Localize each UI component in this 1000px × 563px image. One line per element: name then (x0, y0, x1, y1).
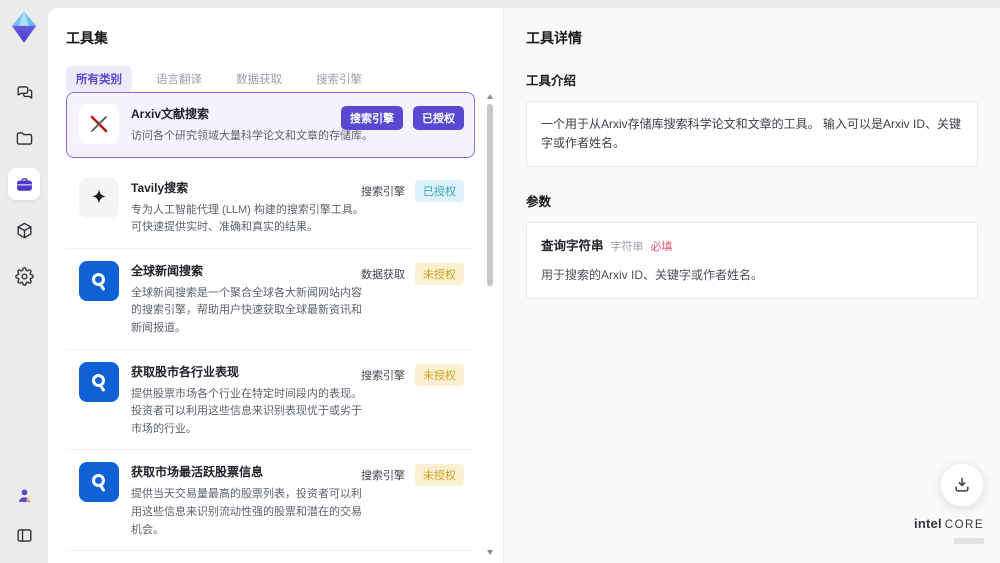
intel-core-logo: intel core (914, 515, 984, 549)
page-title: 工具集 (66, 30, 108, 46)
icon-sidebar (0, 0, 48, 563)
cube-icon (16, 222, 32, 238)
app-window: 工具集 所有类别 语言翻译 数据获取 搜索引擎 Arxiv文献搜索 访问各个研究领域大量… (0, 0, 1000, 563)
tool-status-badge: 未授权 (415, 262, 464, 285)
tool-category-label: 搜索引擎 (341, 106, 403, 130)
tool-card[interactable]: 万维地区新闻查询查询具体行政区划内的新闻，快速了解各地新闻动向搜索引擎未授权 (66, 551, 475, 563)
tool-detail-pane: 工具详情 工具介绍 一个用于从Arxiv存储库搜索科学论文和文章的工具。 输入可… (504, 8, 1000, 563)
tool-status-badge: 未授权 (415, 464, 464, 487)
folder-icon (16, 131, 32, 145)
sidebar-item-chat[interactable] (8, 76, 40, 108)
tool-card[interactable]: Arxiv文献搜索 访问各个研究领域大量科学论文和文章的存储库。 搜索引擎 已授权 (66, 92, 475, 158)
tab-category-3[interactable]: 搜索引擎 (306, 66, 372, 92)
tool-category-label: 搜索引擎 (361, 185, 405, 198)
sidebar-item-tools[interactable] (8, 168, 40, 200)
tool-description: 提供股票市场各个行业在特定时间段内的表现。投资者可以利用这些信息来识别表现优于或… (131, 387, 362, 435)
tool-intro-box: 一个用于从Arxiv存储库搜索科学论文和文章的工具。 输入可以是Arxiv ID… (526, 101, 978, 168)
news-search-icon (79, 260, 119, 301)
user-avatar-icon (18, 488, 30, 502)
parameter-box: 查询字符串 字符串 必填 用于搜索的Arxiv ID、关键字或作者姓名。 (526, 222, 978, 300)
news-search-icon (79, 462, 119, 503)
tool-description: 提供当天交易量最高的股票列表，投资者可以利用这些信息来识别流动性强的股票和潜在的… (131, 488, 362, 536)
scrollbar-down-arrow[interactable] (487, 550, 493, 555)
parameter-type: 字符串 (610, 241, 644, 254)
toolbox-icon (16, 177, 32, 191)
tool-card[interactable]: Tavily搜索 专为人工智能代理 (LLM) 构建的搜索引擎工具。可快速提供实时… (66, 165, 475, 249)
sidebar-item-files[interactable] (8, 122, 40, 154)
tool-card[interactable]: 获取市场最活跃股票信息 提供当天交易量最高的股票列表，投资者可以利用这些信息来识别… (66, 450, 475, 552)
gear-icon (14, 266, 34, 286)
tool-status-badge: 未授权 (415, 363, 464, 386)
download-icon (955, 477, 969, 492)
main-surface: 工具集 所有类别 语言翻译 数据获取 搜索引擎 Arxiv文献搜索 访问各个研究领域大量… (48, 8, 1000, 563)
parameter-name: 查询字符串 (541, 239, 604, 254)
sidebar-item-settings[interactable] (8, 260, 40, 292)
sidebar-item-models[interactable] (8, 214, 40, 246)
brand-underline (954, 538, 984, 545)
sidebar-item-collapse-panel[interactable] (10, 521, 38, 549)
tool-description: 全球新闻搜索是一个聚合全球各大新闻网站内容的搜索引擎，帮助用户快速获取全球最新资… (131, 286, 362, 334)
sidebar-item-account[interactable] (10, 481, 38, 509)
news-search-icon (79, 361, 119, 402)
intro-heading: 工具介绍 (526, 74, 577, 88)
intel-wordmark: intel (914, 515, 942, 531)
tab-category-2[interactable]: 数据获取 (226, 66, 292, 92)
tab-category-1[interactable]: 语言翻译 (146, 66, 212, 92)
tool-description: 访问各个研究领域大量科学论文和文章的存储库。 (131, 130, 373, 142)
parameter-description: 用于搜索的Arxiv ID、关键字或作者姓名。 (541, 267, 764, 282)
tool-meta: 搜索引擎 已授权 (361, 179, 464, 202)
download-button[interactable] (940, 463, 984, 507)
parameter-required-flag: 必填 (650, 241, 673, 254)
category-tabs: 所有类别 语言翻译 数据获取 搜索引擎 (66, 66, 485, 92)
tool-meta: 数据获取 未授权 (361, 262, 464, 285)
tool-meta: 搜索引擎 未授权 (361, 464, 464, 487)
tool-card[interactable]: 获取股市各行业表现 提供股票市场各个行业在特定时间段内的表现。投资者可以利用这些信… (66, 349, 475, 451)
detail-title: 工具详情 (526, 30, 582, 46)
panel-toggle-icon (16, 528, 32, 542)
tool-status-badge: 已授权 (415, 179, 464, 202)
tool-description: 专为人工智能代理 (LLM) 构建的搜索引擎工具。可快速提供实时、准确和真实的结… (131, 203, 364, 234)
tool-category-label: 搜索引擎 (361, 470, 405, 483)
tool-category-label: 搜索引擎 (361, 369, 405, 382)
tool-card-list: Arxiv文献搜索 访问各个研究领域大量科学论文和文章的存储库。 搜索引擎 已授权 Ta… (66, 92, 475, 563)
tool-category-label: 数据获取 (361, 268, 405, 281)
sparkle-icon (79, 177, 119, 218)
tool-list-pane: 工具集 所有类别 语言翻译 数据获取 搜索引擎 Arxiv文献搜索 访问各个研究领域大量… (48, 8, 504, 563)
scrollbar-thumb[interactable] (487, 104, 493, 286)
arxiv-logo-icon (79, 104, 119, 144)
list-scrollbar[interactable] (486, 94, 494, 555)
app-logo-icon (11, 11, 37, 43)
params-heading: 参数 (526, 195, 552, 210)
core-wordmark: core (944, 518, 984, 531)
tab-category-0[interactable]: 所有类别 (66, 66, 132, 92)
scrollbar-up-arrow[interactable] (487, 94, 493, 99)
tool-meta: 搜索引擎 未授权 (361, 363, 464, 386)
chat-icon (16, 85, 32, 99)
tool-card[interactable]: 全球新闻搜索 全球新闻搜索是一个聚合全球各大新闻网站内容的搜索引擎，帮助用户快速获… (66, 248, 475, 350)
tool-status-badge: 已授权 (413, 106, 464, 130)
tool-meta: 搜索引擎 已授权 (341, 106, 464, 130)
